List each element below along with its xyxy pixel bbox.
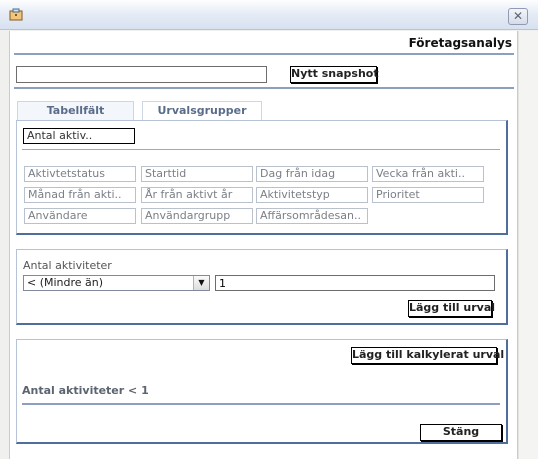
field-item[interactable]: Affärsområdesan..: [256, 208, 368, 224]
divider: [22, 403, 500, 405]
tab-tabellfalt[interactable]: Tabellfält: [17, 101, 134, 120]
filter-panel: Antal aktiviteter < (Mindre än) ▼ Lägg t…: [16, 249, 508, 325]
divider: [14, 87, 514, 89]
close-button[interactable]: Stäng: [420, 424, 502, 441]
field-item[interactable]: Dag från idag: [256, 166, 368, 182]
operator-value: < (Mindre än): [27, 276, 104, 289]
add-calculated-filter-button[interactable]: Lägg till kalkylerat urval: [351, 347, 504, 364]
page-title: Företagsanalys: [408, 36, 512, 50]
window: ✕ Företagsanalys Nytt snapshot Tabellfäl…: [0, 0, 538, 459]
snapshot-name-input[interactable]: [16, 66, 267, 83]
divider: [22, 149, 500, 150]
filter-value-input[interactable]: [215, 275, 495, 291]
field-item[interactable]: Aktivitetstyp: [256, 187, 368, 203]
field-item[interactable]: Prioritet: [372, 187, 484, 203]
field-item[interactable]: Starttid: [141, 166, 253, 182]
field-item[interactable]: År från aktivt år: [141, 187, 253, 203]
content-area: Företagsanalys Nytt snapshot Tabellfält …: [9, 31, 518, 459]
field-item[interactable]: Aktivtetstatus: [24, 166, 136, 182]
field-item[interactable]: Användargrupp: [141, 208, 253, 224]
close-icon[interactable]: ✕: [508, 8, 528, 25]
filter-label: Antal aktiviteter: [23, 259, 112, 272]
field-item[interactable]: Vecka från akti..: [372, 166, 484, 182]
chevron-down-icon[interactable]: ▼: [193, 276, 209, 290]
field-item[interactable]: Månad från akti..: [24, 187, 136, 203]
tab-urvalsgrupper[interactable]: Urvalsgrupper: [142, 101, 262, 120]
app-icon: [9, 8, 23, 21]
operator-select[interactable]: < (Mindre än) ▼: [23, 275, 210, 291]
title-bar: ✕: [0, 0, 538, 30]
scrollbar[interactable]: [518, 31, 538, 459]
selected-field[interactable]: Antal aktiv..: [23, 128, 135, 144]
add-filter-button[interactable]: Lägg till urval: [408, 300, 495, 317]
filter-summary: Antal aktiviteter < 1: [22, 384, 149, 397]
new-snapshot-button[interactable]: Nytt snapshot: [290, 66, 379, 83]
divider: [14, 53, 514, 55]
field-item[interactable]: Användare: [24, 208, 136, 224]
fields-panel: Antal aktiv.. Aktivtetstatus Starttid Da…: [16, 120, 508, 235]
